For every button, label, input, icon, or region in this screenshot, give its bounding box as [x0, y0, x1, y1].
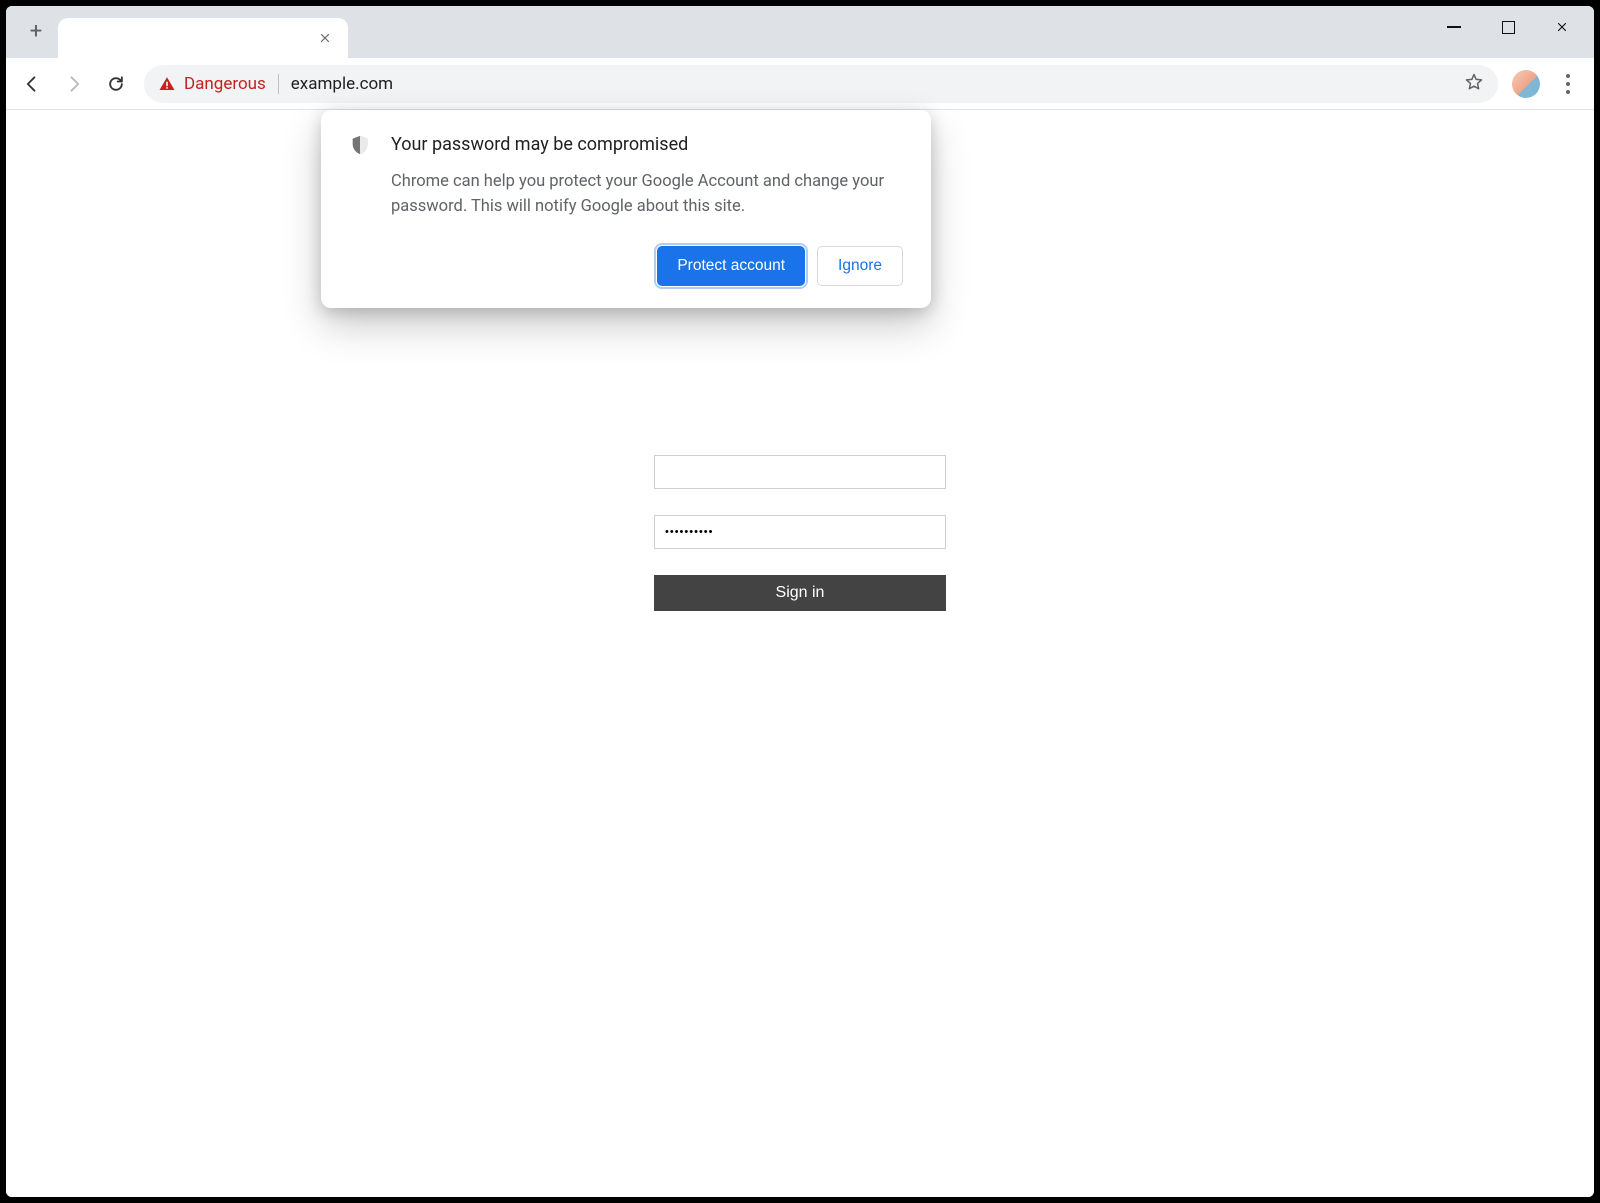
security-label: Dangerous [184, 74, 266, 94]
security-chip[interactable]: Dangerous [158, 74, 266, 94]
popup-body: Chrome can help you protect your Google … [391, 170, 903, 220]
omnibox-separator [278, 74, 279, 94]
window-minimize-button[interactable] [1440, 13, 1468, 41]
username-input[interactable] [654, 455, 946, 489]
shield-icon [349, 134, 371, 160]
window-close-button[interactable] [1548, 13, 1576, 41]
profile-avatar[interactable] [1512, 70, 1540, 98]
ignore-button[interactable]: Ignore [817, 246, 903, 286]
signin-button[interactable]: Sign in [654, 575, 946, 611]
login-form: Sign in [654, 455, 946, 611]
plus-icon: + [30, 21, 42, 43]
bookmark-button[interactable] [1464, 72, 1484, 96]
window-controls [1440, 6, 1586, 48]
page-content: Your password may be compromised Chrome … [6, 110, 1594, 1197]
tab-close-button[interactable] [316, 29, 334, 47]
omnibox[interactable]: Dangerous example.com [144, 65, 1498, 103]
close-icon [318, 31, 332, 45]
popup-actions: Protect account Ignore [349, 246, 903, 286]
browser-tab[interactable] [58, 18, 348, 58]
warning-icon [158, 75, 176, 93]
protect-account-button[interactable]: Protect account [657, 246, 805, 286]
tab-strip: + [6, 6, 1594, 58]
back-button[interactable] [14, 66, 50, 102]
toolbar: Dangerous example.com [6, 58, 1594, 110]
minimize-icon [1447, 26, 1461, 28]
reload-button[interactable] [98, 66, 134, 102]
new-tab-button[interactable]: + [18, 14, 54, 50]
chrome-menu-button[interactable] [1550, 66, 1586, 102]
reload-icon [106, 74, 126, 94]
popup-title: Your password may be compromised [391, 134, 688, 155]
forward-button [56, 66, 92, 102]
menu-dots-icon [1566, 74, 1570, 94]
browser-window: + Dangerous [6, 6, 1594, 1197]
arrow-right-icon [64, 74, 84, 94]
omnibox-url: example.com [291, 74, 1452, 94]
arrow-left-icon [22, 74, 42, 94]
close-icon [1555, 20, 1569, 34]
maximize-icon [1502, 21, 1515, 34]
password-warning-popup: Your password may be compromised Chrome … [321, 110, 931, 308]
password-input[interactable] [654, 515, 946, 549]
star-icon [1464, 72, 1484, 92]
window-maximize-button[interactable] [1494, 13, 1522, 41]
